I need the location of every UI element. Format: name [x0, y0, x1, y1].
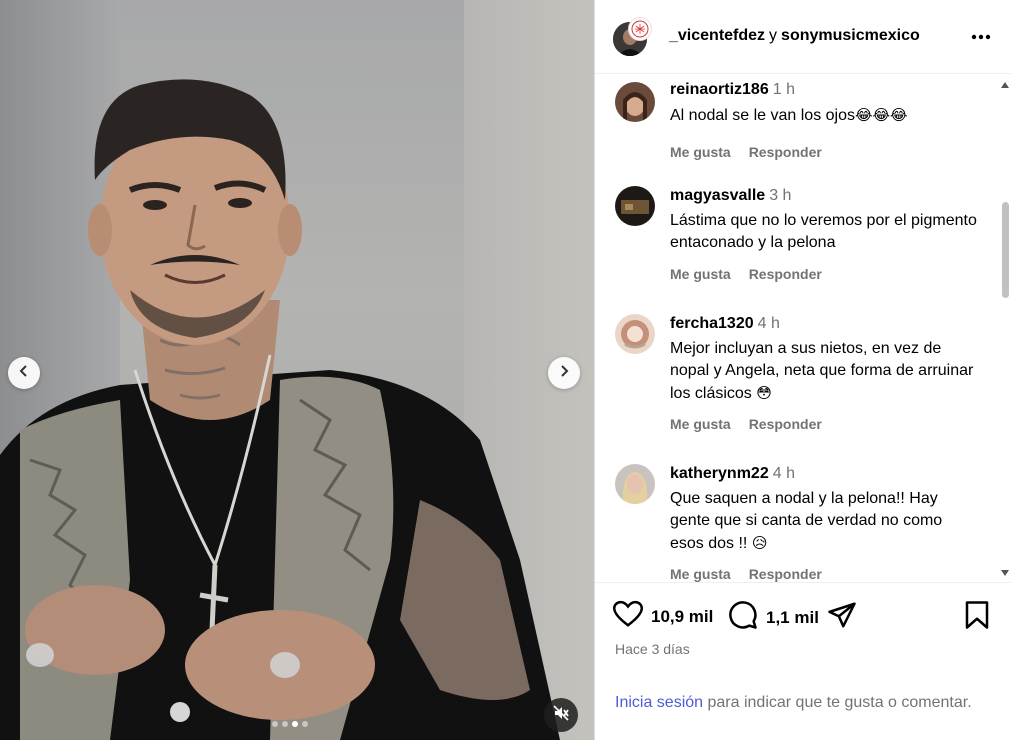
- previous-slide-button[interactable]: [8, 357, 40, 389]
- heart-icon: [612, 600, 644, 633]
- avatar[interactable]: [615, 464, 655, 504]
- comment-body: katherynm22 4 h Que saquen a nodal y la p…: [670, 464, 980, 555]
- comment-text: Mejor incluyan a sus nietos, en vez de n…: [670, 338, 980, 405]
- comment-body: fercha1320 4 h Mejor incluyan a sus nieto…: [670, 314, 980, 405]
- coauthor-link[interactable]: sonymusicmexico: [781, 27, 920, 44]
- chevron-right-icon: [557, 364, 571, 383]
- like-count[interactable]: 10,9 mil: [651, 607, 713, 627]
- comment-username[interactable]: katherynm22: [670, 465, 769, 482]
- author-link[interactable]: _vicentefdez: [669, 27, 765, 44]
- comment-actions: Me gusta Responder: [670, 144, 822, 160]
- like-comment-button[interactable]: Me gusta: [670, 566, 731, 582]
- like-comment-button[interactable]: Me gusta: [670, 266, 731, 282]
- slide-dot-active: [292, 721, 298, 727]
- comment-body: reinaortiz186 1 h Al nodal se le van los …: [670, 80, 980, 127]
- like-comment-button[interactable]: Me gusta: [670, 416, 731, 432]
- mute-toggle-button[interactable]: [544, 698, 578, 732]
- avatar[interactable]: [615, 82, 655, 122]
- post-actions: 10,9 mil 1,1 mil: [595, 598, 1012, 634]
- comment-username[interactable]: magyasvalle: [670, 187, 765, 204]
- login-prompt: Inicia sesión para indicar que te gusta …: [615, 691, 995, 714]
- comments-list[interactable]: reinaortiz186 1 h Al nodal se le van los …: [595, 74, 1012, 583]
- more-horizontal-icon: [971, 27, 991, 45]
- author-connector: y: [769, 27, 778, 44]
- login-link[interactable]: Inicia sesión: [615, 694, 703, 711]
- comment-username[interactable]: fercha1320: [670, 315, 754, 332]
- comment-bubble-icon: [728, 600, 758, 635]
- post-sidebar: _vicentefdez y sonymusicmexico reinaortiz1…: [594, 0, 1012, 740]
- scroll-down-arrow[interactable]: [1001, 570, 1009, 576]
- comment-actions: Me gusta Responder: [670, 266, 822, 282]
- comment-text: Que saquen a nodal y la pelona!! Hay gen…: [670, 488, 980, 555]
- comment-time[interactable]: 4 h: [773, 465, 795, 482]
- comment-text-body: Que saquen a nodal y la pelona!! Hay gen…: [670, 490, 943, 552]
- scroll-up-arrow[interactable]: [1001, 82, 1009, 88]
- reply-button[interactable]: Responder: [749, 266, 822, 282]
- reply-button[interactable]: Responder: [749, 566, 822, 582]
- chevron-left-icon: [17, 364, 31, 383]
- bookmark-icon: [964, 600, 990, 635]
- comments-scrollbar[interactable]: [999, 82, 1011, 576]
- comment-button[interactable]: 1,1 mil: [728, 600, 819, 635]
- comment-text-body: Lástima que no lo veremos por el pigment…: [670, 212, 977, 251]
- comment-emoji: 😳: [756, 384, 772, 402]
- paper-plane-icon: [827, 600, 857, 635]
- slide-dot: [282, 721, 288, 727]
- comment-body: magyasvalle 3 h Lástima que no lo veremos…: [670, 186, 980, 254]
- comment-time[interactable]: 1 h: [773, 81, 795, 98]
- comment-time[interactable]: 3 h: [769, 187, 791, 204]
- comment-text: Lástima que no lo veremos por el pigment…: [670, 210, 980, 254]
- login-prompt-text: para indicar que te gusta o comentar.: [703, 694, 972, 711]
- post-media[interactable]: [0, 0, 594, 740]
- comment-emoji: 😥: [751, 534, 768, 552]
- comment-actions: Me gusta Responder: [670, 416, 822, 432]
- save-button[interactable]: [964, 600, 990, 635]
- scroll-thumb[interactable]: [1002, 202, 1009, 298]
- reply-button[interactable]: Responder: [749, 144, 822, 160]
- comment-emoji: 😂😂😂: [855, 106, 908, 124]
- comment-username[interactable]: reinaortiz186: [670, 81, 769, 98]
- avatar[interactable]: [628, 17, 652, 41]
- post-header: _vicentefdez y sonymusicmexico: [595, 0, 1012, 74]
- next-slide-button[interactable]: [548, 357, 580, 389]
- comment-text-body: Mejor incluyan a sus nietos, en vez de n…: [670, 340, 974, 402]
- comment-time[interactable]: 4 h: [758, 315, 780, 332]
- speaker-muted-icon: [553, 704, 569, 726]
- video-frame-person: [0, 79, 560, 740]
- avatar[interactable]: [615, 186, 655, 226]
- reply-button[interactable]: Responder: [749, 416, 822, 432]
- like-button[interactable]: 10,9 mil: [612, 600, 713, 633]
- comment-text-body: Al nodal se le van los ojos: [670, 107, 855, 124]
- comment-count[interactable]: 1,1 mil: [766, 608, 819, 628]
- slide-dot: [272, 721, 278, 727]
- share-button[interactable]: [827, 600, 857, 635]
- comment-actions: Me gusta Responder: [670, 566, 822, 582]
- like-comment-button[interactable]: Me gusta: [670, 144, 731, 160]
- slide-dot: [302, 721, 308, 727]
- avatar[interactable]: [615, 314, 655, 354]
- slide-indicator: [272, 721, 308, 727]
- more-options-button[interactable]: [969, 26, 993, 46]
- post-authors: _vicentefdez y sonymusicmexico: [669, 27, 920, 45]
- comment-text: Al nodal se le van los ojos😂😂😂: [670, 104, 980, 127]
- post-timestamp[interactable]: Hace 3 días: [615, 641, 690, 657]
